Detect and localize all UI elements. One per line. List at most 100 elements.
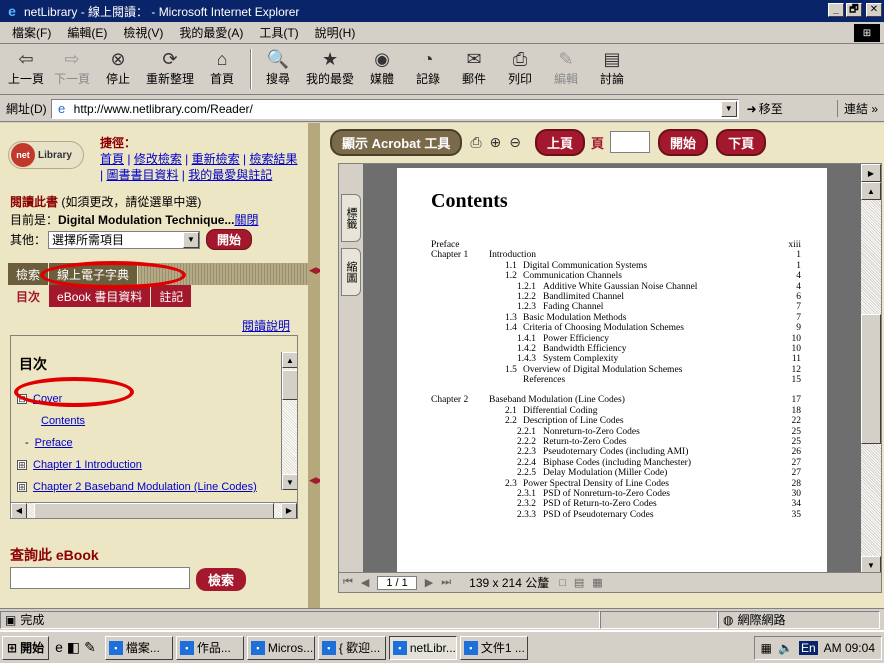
toolbar-discuss-button[interactable]: ▤ 討論 [594,45,630,87]
reading-help-link[interactable]: 閱讀說明 [242,317,290,334]
taskbar-task-button[interactable]: ▪ 作品... [175,635,244,660]
toc-item-label[interactable]: Chapter 1 Introduction [33,454,142,476]
zoom-out-icon[interactable]: ⊖ [509,134,521,151]
tray-icon[interactable]: ▦ [761,641,772,655]
acrobat-tools-button[interactable]: 顯示 Acrobat 工具 [330,128,463,156]
toolbar-home-button[interactable]: ⌂ 首頁 [204,45,240,87]
toc-section-title: Fading Channel [543,302,604,313]
scroll-up-icon[interactable]: ▲ [282,352,297,368]
toolbar-search-button[interactable]: 🔍 搜尋 [260,45,296,87]
maximize-button[interactable]: 🗗 [846,3,862,17]
menu-view[interactable]: 檢視(V) [115,24,171,41]
expand-icon[interactable]: ⊞ [17,482,27,492]
scroll-right-icon[interactable]: ▶ [281,502,297,518]
tool-quick-icon[interactable]: ✎ [84,639,96,656]
toc-item-label[interactable]: Chapter 2 Baseband Modulation (Line Code… [33,476,257,498]
other-select[interactable]: 選擇所需項目 ▼ [48,230,201,249]
taskbar-task-button[interactable]: ▪ 檔案... [104,635,173,660]
start-label: 開始 [20,641,45,655]
toc-item-label[interactable]: Preface [35,432,73,454]
taskbar-task-button[interactable]: ▪ netLibr... [388,635,457,660]
taskbar-task-button[interactable]: ▪{ 歡迎... [317,635,386,660]
toc-vertical-scrollbar[interactable]: ▲ ▼ [281,352,297,490]
go-button[interactable]: ➜ 移至 [747,100,783,117]
netlibrary-logo[interactable]: net Library [8,141,84,169]
first-page-icon[interactable]: ⏮ [343,576,353,589]
toolbar-mail-button[interactable]: ✉ 郵件 [456,45,492,87]
toc-item[interactable]: ⊞ Chapter 1 Introduction [17,454,277,476]
toc-item-label[interactable]: Contents [41,410,85,432]
facing-pages-icon[interactable]: ▦ [592,576,602,589]
link-new-search[interactable]: 重新檢索 [192,152,240,166]
next-page-icon[interactable]: ▶ [425,576,433,589]
taskbar-task-button[interactable]: ▪ 文件1 ... [459,635,528,660]
continuous-page-icon[interactable]: ▤ [574,576,584,589]
toolbar-stop-button[interactable]: ⊗ 停止 [100,45,136,87]
zone-area: ◍ 網際網路 [718,610,880,629]
scroll-up-icon[interactable]: ▲ [861,182,881,200]
toc-chapter-label [431,271,489,281]
ie-quick-icon[interactable]: e [55,639,63,656]
last-page-icon[interactable]: ⏭ [441,576,451,589]
scroll-down-icon[interactable]: ▼ [282,474,297,490]
link-search-results[interactable]: 檢索結果 [249,152,297,166]
minimize-button[interactable]: _ [828,3,844,17]
tab-bookmarks[interactable]: 標籤 [341,194,361,242]
tab-notes[interactable]: 註記 [151,285,193,307]
expand-icon[interactable]: ⊞ [17,460,27,470]
toolbar-print-button[interactable]: ⎙ 列印 [502,45,538,87]
toolbar-refresh-button[interactable]: ⟳ 重新整理 [146,45,194,87]
tab-toc[interactable]: 目次 [8,285,50,307]
toc-horizontal-scrollbar[interactable]: ◀ ▶ [11,502,297,518]
close-book-link[interactable]: 關閉 [234,213,258,227]
go-page-button[interactable]: 開始 [658,128,709,156]
tab-thumbnails[interactable]: 縮圖 [341,248,361,296]
ebook-search-input[interactable] [10,567,190,589]
menu-tools[interactable]: 工具(T) [251,24,306,41]
single-page-icon[interactable]: □ [559,577,566,589]
links-button[interactable]: 連結 » [836,100,878,117]
scroll-left-icon[interactable]: ◀ [11,502,27,518]
toolbar-media-button[interactable]: ◉ 媒體 [364,45,400,87]
link-book-record[interactable]: 圖書書目資料 [106,168,178,182]
close-button[interactable]: ✕ [866,3,882,17]
ebook-search-button[interactable]: 檢索 [196,568,247,591]
start-button[interactable]: ⊞ 開始 [2,635,50,660]
ime-indicator[interactable]: En [798,641,818,655]
prev-page-button[interactable]: 上頁 [535,128,586,156]
scroll-thumb[interactable] [34,502,274,518]
menu-favorites[interactable]: 我的最愛(A) [171,24,251,41]
address-input[interactable]: e http://www.netlibrary.com/Reader/ ▼ [50,98,739,119]
toolbar-forward-arrow-button[interactable]: ⇨ 下一頁 [54,45,90,87]
viewer-vertical-scrollbar[interactable]: ▶ ▲ ▼ [861,164,881,574]
document-toc-line: 2.2.1 Nonreturn-to-Zero Codes 25 [431,427,801,437]
link-favorites-notes[interactable]: 我的最愛與註記 [188,168,272,182]
page-number-input[interactable] [610,131,651,153]
address-dropdown-button[interactable]: ▼ [720,100,737,117]
scroll-right-icon[interactable]: ▶ [861,164,881,182]
toc-item[interactable]: - Preface [17,432,277,454]
volume-icon[interactable]: 🔈 [778,641,793,655]
scroll-thumb[interactable] [282,370,297,400]
toc-item[interactable]: Contents [17,410,277,432]
link-home[interactable]: 首頁 [100,152,124,166]
zoom-in-icon[interactable]: ⊕ [490,134,502,151]
toc-chapter-label [431,375,489,385]
menu-edit[interactable]: 編輯(E) [59,24,115,41]
next-page-button[interactable]: 下頁 [716,128,767,156]
link-modify-search[interactable]: 修改檢索 [134,152,182,166]
toc-item[interactable]: ⊞ Chapter 2 Baseband Modulation (Line Cod… [17,476,277,498]
menu-file[interactable]: 檔案(F) [4,24,59,41]
open-button[interactable]: 開始 [206,229,253,250]
toolbar-edit-button[interactable]: ✎ 編輯 [548,45,584,87]
taskbar-task-button[interactable]: ▪ Micros... [246,635,315,660]
menu-help[interactable]: 說明(H) [307,24,364,41]
toolbar-back-arrow-button[interactable]: ⇦ 上一頁 [8,45,44,87]
panel-divider[interactable]: ◀▶ ◀▶ [308,123,323,608]
print-icon[interactable]: ⎙ [470,134,481,151]
desktop-quick-icon[interactable]: ◧ [67,639,80,656]
scroll-thumb[interactable] [861,314,881,444]
prev-page-icon[interactable]: ◀ [361,576,369,589]
toolbar-favorites-button[interactable]: ★ 我的最愛 [306,45,354,87]
toolbar-history-button[interactable]: ◔ 記錄 [410,45,446,87]
